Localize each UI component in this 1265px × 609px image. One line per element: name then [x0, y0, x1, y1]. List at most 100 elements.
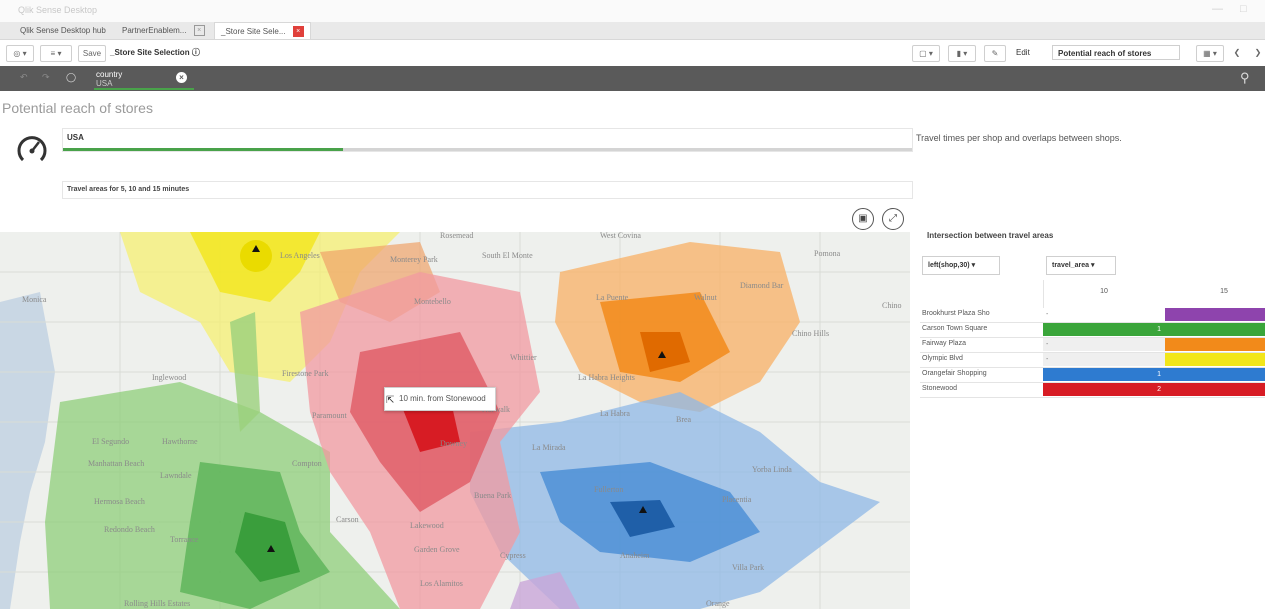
map-label: Torrance — [170, 535, 199, 544]
snapshot-camera-icon[interactable]: ▣ — [852, 208, 874, 230]
tab-partner[interactable]: PartnerEnablem... × — [116, 22, 211, 39]
map-label: Diamond Bar — [740, 281, 784, 290]
travel-area-map[interactable]: Rosemead West Covina Pomona Monterey Par… — [0, 232, 910, 609]
previous-sheet-icon[interactable]: ❮ — [1229, 45, 1245, 60]
edit-button[interactable]: Edit — [1016, 45, 1030, 60]
row-label[interactable]: Carson Town Square — [922, 325, 987, 332]
step-back-icon[interactable]: ↶ — [20, 72, 28, 83]
chevron-down-icon: ▾ — [971, 262, 976, 269]
map-tooltip: 10 min. from Stonewood — [384, 387, 496, 411]
global-menu-button[interactable]: ≡ ▾ — [40, 45, 72, 62]
save-button[interactable]: Save — [78, 45, 106, 62]
minimize-icon[interactable]: — — [1212, 3, 1223, 15]
selection-chip[interactable]: country USA — [96, 70, 122, 88]
kpi-label: USA — [67, 133, 84, 142]
selection-indicator — [94, 88, 194, 90]
app-title: _Store Site Selection ⓘ — [110, 45, 200, 60]
map-label: Monterey Park — [390, 255, 438, 264]
next-sheet-icon[interactable]: ❯ — [1252, 45, 1264, 60]
map-label: Chino — [882, 301, 902, 310]
search-icon[interactable]: ⚲ — [1240, 70, 1250, 86]
row-label[interactable]: Orangefair Shopping — [922, 370, 987, 377]
selection-value: USA — [96, 79, 113, 88]
cell-15 — [1165, 338, 1265, 351]
window-titlebar: Qlik Sense Desktop — □ — [0, 0, 1265, 22]
row-label[interactable]: Olympic Blvd — [922, 355, 963, 362]
table-row[interactable]: Carson Town Square 1 — [920, 323, 1265, 338]
cell-15 — [1165, 323, 1265, 336]
map-label: Placentia — [722, 495, 752, 504]
kpi-filter-box[interactable]: USA — [62, 128, 913, 152]
map-label: Pomona — [814, 249, 841, 258]
map-label: South El Monte — [482, 251, 533, 260]
map-label: Redondo Beach — [104, 525, 155, 534]
close-tab-icon[interactable]: × — [193, 25, 205, 37]
map-label: Whittier — [510, 353, 537, 362]
map-label: Inglewood — [152, 373, 186, 382]
map-label: Hawthorne — [162, 437, 198, 446]
story-button[interactable]: ▢ ▾ — [912, 45, 940, 62]
navigation-menu-button[interactable]: ◎ ▾ — [6, 45, 34, 62]
map-label: Firestone Park — [282, 369, 328, 378]
map-label: Fullerton — [594, 485, 623, 494]
selections-bar: ↶ ↷ ◯ country USA × ⚲ — [0, 66, 1265, 91]
map-label: El Segundo — [92, 437, 129, 446]
map-label: Carson — [336, 515, 359, 524]
row-dimension-dropdown[interactable]: left(shop,30) ▾ — [922, 256, 1000, 275]
table-row[interactable]: Fairway Plaza - — [920, 338, 1265, 353]
pivot-title: Intersection between travel areas — [927, 231, 1054, 240]
info-icon[interactable]: ⓘ — [192, 48, 200, 57]
map-label: Anaheim — [620, 551, 650, 560]
tab-strip: Qlik Sense Desktop hub PartnerEnablem...… — [0, 22, 1265, 40]
cell-15 — [1165, 353, 1265, 366]
clear-all-icon[interactable]: ◯ — [66, 72, 76, 83]
clear-selection-icon[interactable]: × — [176, 72, 187, 83]
column-dimension-dropdown[interactable]: travel_area ▾ — [1046, 256, 1116, 275]
table-row[interactable]: Stonewood 2 — [920, 383, 1265, 398]
gauge-icon — [17, 136, 47, 162]
travel-area-blue — [470, 392, 880, 609]
maximize-icon[interactable]: □ — [1240, 3, 1247, 15]
travel-areas-header: Travel areas for 5, 10 and 15 minutes — [62, 181, 913, 199]
map-label: Garden Grove — [414, 545, 460, 554]
cell-10: - — [1043, 353, 1165, 366]
window-title: Qlik Sense Desktop — [18, 5, 98, 15]
cell-10: 1 — [1043, 368, 1165, 381]
column-header[interactable]: 15 — [1184, 288, 1264, 295]
toolbar: ◎ ▾ ≡ ▾ Save _Store Site Selection ⓘ ▢ ▾… — [0, 40, 1265, 67]
map-label: Orange — [706, 599, 730, 608]
tab-hub[interactable]: Qlik Sense Desktop hub — [14, 22, 112, 39]
bookmark-button[interactable]: ▮ ▾ — [948, 45, 976, 62]
table-row[interactable]: Olympic Blvd - — [920, 353, 1265, 368]
kpi-progress-fill — [63, 148, 344, 151]
cell-10: - — [1043, 308, 1165, 321]
tab-label: PartnerEnablem... — [122, 26, 187, 35]
row-dimension-label: left(shop,30) — [928, 262, 970, 269]
fullscreen-expand-icon[interactable]: ⤢ — [882, 208, 904, 230]
sheet-selector[interactable]: Potential reach of stores — [1052, 45, 1180, 60]
map-label: Lawndale — [160, 471, 192, 480]
column-dimension-label: travel_area — [1052, 262, 1089, 269]
map-label: Los Angeles — [280, 251, 320, 260]
row-label[interactable]: Stonewood — [922, 385, 957, 392]
step-forward-icon[interactable]: ↷ — [42, 72, 50, 83]
map-label: Buena Park — [474, 491, 511, 500]
table-row[interactable]: Orangefair Shopping 1 — [920, 368, 1265, 383]
close-tab-icon[interactable]: × — [292, 26, 304, 38]
cell-10: 2 — [1043, 383, 1165, 396]
row-label[interactable]: Brookhurst Plaza Sho — [922, 310, 990, 317]
tab-store-site[interactable]: _Store Site Sele... × — [214, 22, 311, 39]
edit-pencil-icon[interactable]: ✎ — [984, 45, 1006, 62]
chevron-down-icon: ▾ — [1090, 262, 1095, 269]
row-label[interactable]: Fairway Plaza — [922, 340, 966, 347]
travel-areas-label: Travel areas for 5, 10 and 15 minutes — [67, 186, 190, 193]
map-label: Chino Hills — [792, 329, 829, 338]
column-header[interactable]: 10 — [1044, 288, 1164, 295]
map-label: Cypress — [500, 551, 526, 560]
cell-15 — [1165, 308, 1265, 321]
table-row[interactable]: Brookhurst Plaza Sho - — [920, 308, 1265, 323]
map-label: Walnut — [694, 293, 718, 302]
map-label: Monica — [22, 295, 47, 304]
sheets-grid-button[interactable]: ▦ ▾ — [1196, 45, 1224, 62]
map-label: La Mirada — [532, 443, 566, 452]
